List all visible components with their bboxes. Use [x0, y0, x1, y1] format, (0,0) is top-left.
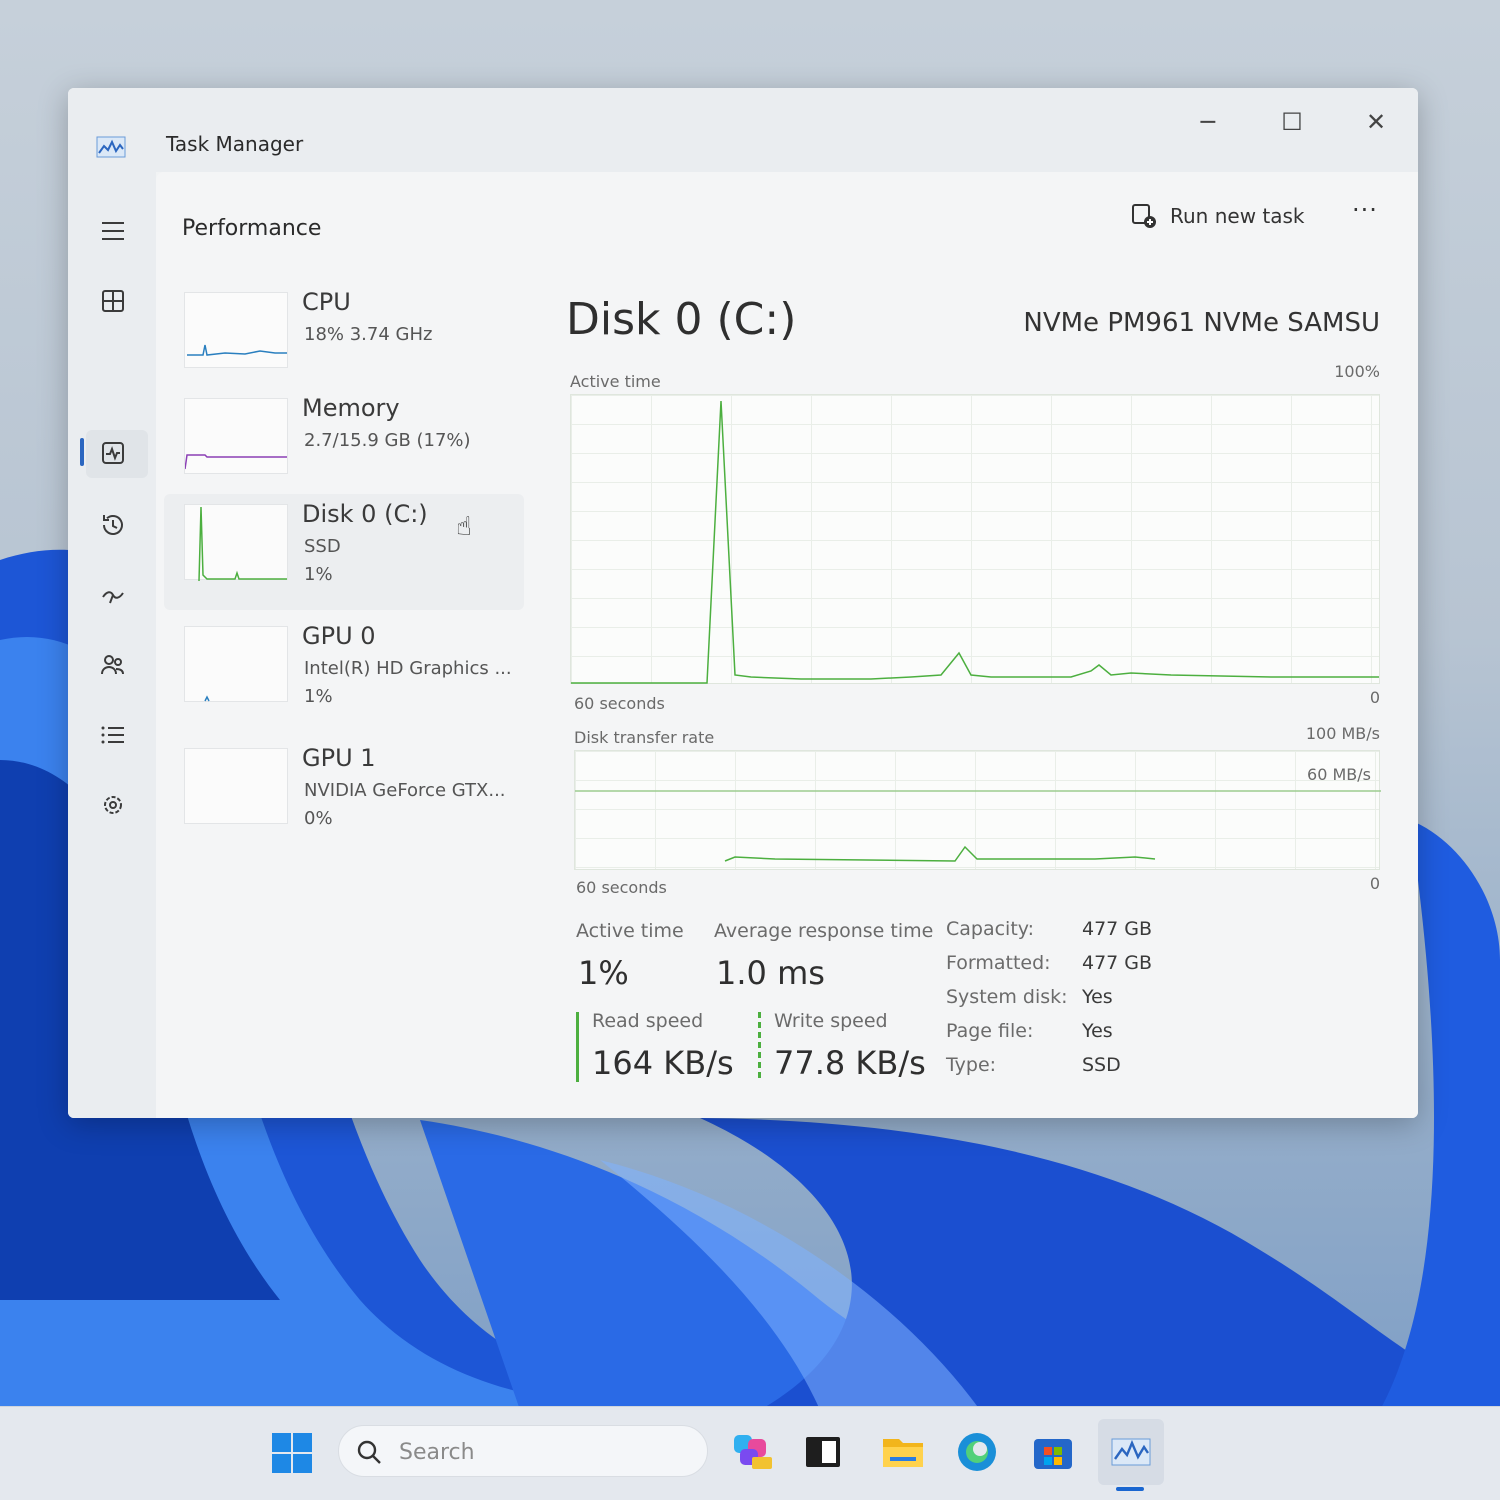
page-title: Performance — [182, 216, 322, 241]
transfer-rate-graph-mid: 60 MB/s — [1307, 765, 1371, 784]
gpu1-thumbnail-graph — [184, 748, 288, 824]
processes-icon[interactable] — [94, 282, 132, 320]
type-label: Type: — [946, 1054, 997, 1076]
minimize-button[interactable]: ─ — [1188, 104, 1228, 140]
page-file-value: Yes — [1082, 1020, 1113, 1042]
start-button-icon[interactable] — [270, 1431, 314, 1475]
disk-model: NVMe PM961 NVMe SAMSU — [1023, 308, 1380, 338]
performance-icon[interactable] — [94, 434, 132, 472]
active-time-graph-timespan: 60 seconds — [574, 694, 665, 713]
cpu-thumbnail-graph — [184, 292, 288, 368]
terminal-icon[interactable] — [800, 1429, 846, 1475]
device-usage: 0% — [304, 808, 333, 829]
active-time-label: Active time — [576, 920, 684, 942]
type-value: SSD — [1082, 1054, 1121, 1076]
read-speed-legend — [576, 1012, 579, 1082]
device-summary: 2.7/15.9 GB (17%) — [304, 430, 471, 451]
maximize-button[interactable]: ☐ — [1272, 104, 1312, 140]
write-speed-label: Write speed — [774, 1010, 888, 1032]
taskbar-search[interactable]: Search — [338, 1425, 708, 1477]
edge-icon[interactable] — [954, 1429, 1000, 1475]
device-summary: 18% 3.74 GHz — [304, 324, 433, 345]
transfer-rate-graph-min: 0 — [1369, 874, 1380, 893]
avg-response-value: 1.0 ms — [716, 954, 825, 992]
capacity-label: Capacity: — [946, 918, 1035, 940]
app-history-icon[interactable] — [94, 506, 132, 544]
device-summary: Intel(R) HD Graphics ... — [304, 658, 512, 679]
read-speed-label: Read speed — [592, 1010, 704, 1032]
gpu0-thumbnail-graph — [184, 626, 288, 702]
active-time-graph-min: 0 — [1369, 688, 1380, 707]
system-disk-value: Yes — [1082, 986, 1113, 1008]
active-time-graph — [570, 394, 1380, 684]
device-usage: 1% — [304, 686, 333, 707]
system-disk-label: System disk: — [946, 986, 1068, 1008]
transfer-rate-graph-label: Disk transfer rate — [574, 728, 715, 747]
active-time-graph-label: Active time — [570, 372, 661, 391]
device-item-gpu1[interactable]: GPU 1 NVIDIA GeForce GTX... 0% — [164, 738, 524, 854]
disk-title: Disk 0 (C:) — [566, 294, 797, 345]
capacity-value: 477 GB — [1082, 918, 1153, 940]
nav-active-indicator — [80, 438, 84, 466]
copilot-icon[interactable] — [730, 1429, 776, 1475]
device-item-cpu[interactable]: CPU 18% 3.74 GHz — [164, 282, 524, 398]
write-speed-legend — [758, 1012, 761, 1082]
hamburger-icon[interactable] — [94, 212, 132, 250]
device-summary: SSD — [304, 536, 341, 557]
startup-apps-icon[interactable] — [94, 576, 132, 614]
active-time-graph-max: 100% — [1334, 362, 1380, 381]
window-title: Task Manager — [166, 132, 304, 156]
search-icon — [357, 1440, 381, 1464]
file-explorer-icon[interactable] — [880, 1429, 926, 1475]
device-item-gpu0[interactable]: GPU 0 Intel(R) HD Graphics ... 1% — [164, 616, 524, 732]
active-time-value: 1% — [578, 954, 629, 992]
task-manager-window: Task Manager ─ ☐ ✕ Performance Run new t… — [68, 88, 1418, 1118]
formatted-label: Formatted: — [946, 952, 1051, 974]
device-name: Memory — [302, 394, 400, 422]
users-icon[interactable] — [94, 646, 132, 684]
device-usage: 1% — [304, 564, 333, 585]
read-speed-value: 164 KB/s — [592, 1044, 734, 1082]
services-icon[interactable] — [94, 786, 132, 824]
transfer-rate-graph-timespan: 60 seconds — [576, 878, 667, 897]
transfer-rate-graph: 60 MB/s — [574, 750, 1381, 870]
navigation-rail — [68, 172, 156, 1118]
device-summary: NVIDIA GeForce GTX... — [304, 780, 506, 801]
device-name: Disk 0 (C:) — [302, 500, 428, 528]
mouse-cursor-icon: ☝ — [456, 512, 472, 542]
details-icon[interactable] — [94, 716, 132, 754]
close-button[interactable]: ✕ — [1356, 104, 1396, 140]
avg-response-label: Average response time — [714, 920, 934, 942]
disk-thumbnail-graph — [184, 504, 288, 582]
taskbar: Search — [0, 1406, 1500, 1500]
device-name: GPU 1 — [302, 744, 376, 772]
disk-detail-panel: Disk 0 (C:) NVMe PM961 NVMe SAMSU Active… — [566, 172, 1418, 1118]
page-file-label: Page file: — [946, 1020, 1034, 1042]
performance-page: Performance Run new task ··· CPU 18% 3.7… — [156, 172, 1418, 1118]
formatted-value: 477 GB — [1082, 952, 1153, 974]
memory-thumbnail-graph — [184, 398, 288, 474]
device-name: CPU — [302, 288, 351, 316]
write-speed-value: 77.8 KB/s — [774, 1044, 926, 1082]
active-app-indicator — [1116, 1487, 1144, 1491]
device-name: GPU 0 — [302, 622, 376, 650]
title-bar: Task Manager ─ ☐ ✕ — [68, 88, 1418, 172]
task-manager-app-icon — [96, 136, 126, 158]
store-icon[interactable] — [1030, 1429, 1076, 1475]
device-item-memory[interactable]: Memory 2.7/15.9 GB (17%) — [164, 388, 524, 504]
transfer-rate-graph-max: 100 MB/s — [1305, 724, 1380, 743]
search-placeholder: Search — [399, 1440, 475, 1465]
task-manager-icon[interactable] — [1108, 1429, 1154, 1475]
